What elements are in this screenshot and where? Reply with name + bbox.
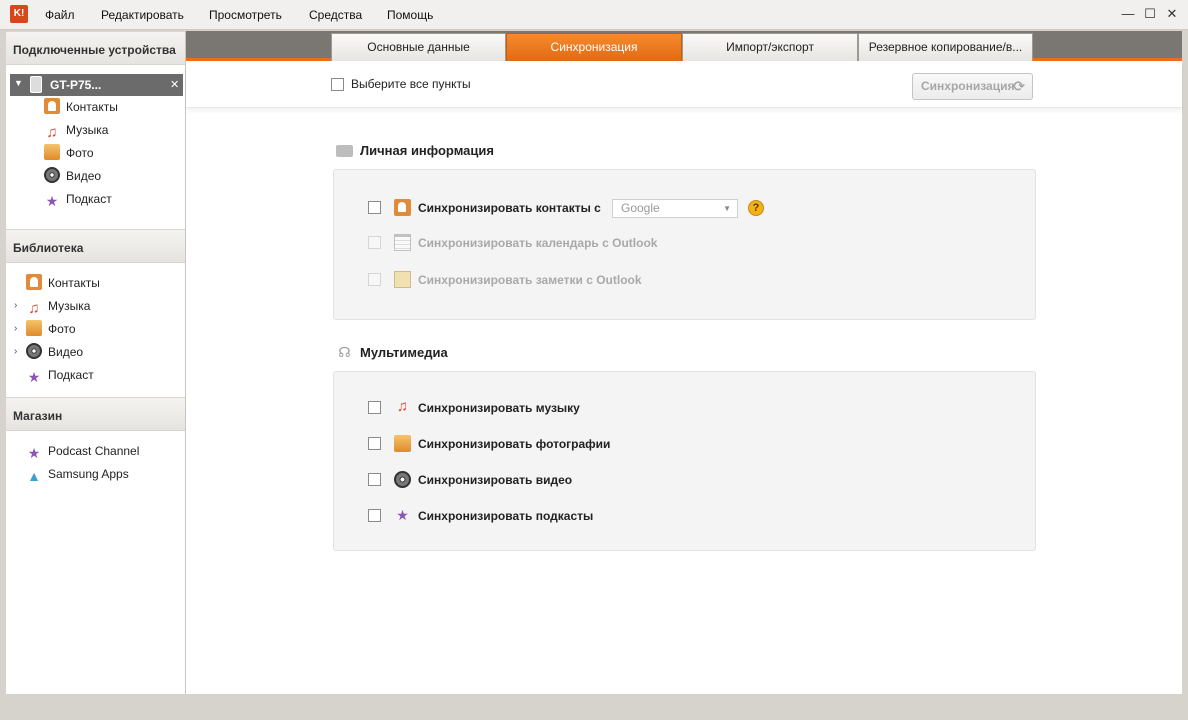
sync-photos-label: Синхронизировать фотографии [418,437,611,451]
sync-podcasts-row: ★ Синхронизировать подкасты [368,506,768,526]
menu-tools[interactable]: Средства [309,8,362,22]
sync-video-label: Синхронизировать видео [418,473,573,487]
calendar-icon [394,234,411,251]
library-header: Библиотека [6,229,185,263]
menu-file[interactable]: Файл [45,8,75,22]
menu-view[interactable]: Просмотреть [209,8,282,22]
headphones-icon: ☊ [338,344,351,360]
chevron-right-icon[interactable]: › [14,342,17,362]
contacts-source-select[interactable]: Google ▼ [612,199,738,218]
sync-contacts-row: Синхронизировать контакты с Google ▼ ? [368,198,788,218]
multimedia-panel: ♫ Синхронизировать музыку Синхронизирова… [333,371,1036,551]
device-item-music[interactable]: ♫ Музыка [44,120,108,141]
close-icon[interactable]: ✕ [1163,5,1181,23]
chevron-down-icon: ▼ [723,204,731,213]
eject-icon[interactable]: ✕ [170,78,179,91]
music-icon: ♫ [46,124,58,141]
sync-music-checkbox[interactable] [368,401,381,414]
chevron-right-icon[interactable]: › [14,319,17,339]
sync-calendar-checkbox[interactable] [368,236,381,249]
library-item-music[interactable]: ♫ Музыка [26,296,90,317]
sync-notes-checkbox[interactable] [368,273,381,286]
podcast-icon: ★ [27,445,41,461]
multimedia-title: Мультимедиа [360,345,448,360]
store-item-samsung-apps[interactable]: ▲ Samsung Apps [26,464,129,484]
store-header: Магазин [6,397,185,431]
video-icon [394,471,411,488]
tabs-bar: Основные данные Синхронизация Импорт/экс… [186,31,1182,61]
connected-devices-header: Подключенные устройства [6,31,185,65]
personal-info-title: Личная информация [360,143,494,158]
library-item-contacts[interactable]: Контакты [26,273,100,293]
apps-icon: ▲ [27,468,41,484]
photo-icon [44,144,60,160]
sync-contacts-label: Синхронизировать контакты с [418,201,601,215]
status-bar [0,694,1188,720]
device-item-photo[interactable]: Фото [44,143,94,163]
notes-icon [394,271,411,288]
podcast-icon: ★ [27,369,41,385]
podcast-icon: ★ [45,193,59,209]
library-item-podcast[interactable]: ★ Подкаст [26,365,94,385]
device-item-video[interactable]: Видео [44,166,101,186]
sync-photos-checkbox[interactable] [368,437,381,450]
tab-basic-data[interactable]: Основные данные [331,33,506,61]
main-panel: Основные данные Синхронизация Импорт/экс… [186,31,1182,694]
sync-music-row: ♫ Синхронизировать музыку [368,398,768,418]
music-icon: ♫ [396,398,409,415]
sync-podcasts-checkbox[interactable] [368,509,381,522]
select-all-label: Выберите все пункты [351,77,471,91]
sync-video-checkbox[interactable] [368,473,381,486]
sync-photos-row: Синхронизировать фотографии [368,434,768,454]
sidebar: Подключенные устройства ▼ GT-P75... ✕ Ко… [6,31,186,694]
sync-music-label: Синхронизировать музыку [418,401,580,415]
sync-notes-label: Синхронизировать заметки с Outlook [418,273,642,287]
sync-notes-row: Синхронизировать заметки с Outlook [368,270,768,290]
podcast-icon: ★ [396,507,409,523]
device-name: GT-P75... [50,78,102,92]
sync-button[interactable]: Синхронизация ⟳ [912,73,1033,100]
maximize-icon[interactable]: ☐ [1141,5,1159,23]
sync-video-row: Синхронизировать видео [368,470,768,490]
minimize-icon[interactable]: — [1119,5,1137,23]
sync-icon: ⟳ [1013,78,1025,94]
app-logo-icon: K! [10,5,28,23]
help-icon[interactable]: ? [748,200,764,216]
select-all-checkbox[interactable] [331,78,344,91]
video-icon [44,167,60,183]
device-item-podcast[interactable]: ★ Подкаст [44,189,112,209]
device-item-contacts[interactable]: Контакты [44,97,118,117]
store-item-podcast-channel[interactable]: ★ Podcast Channel [26,441,140,461]
sync-button-label: Синхронизация [921,79,1015,93]
photo-icon [26,320,42,336]
chevron-right-icon[interactable]: › [14,296,17,316]
sync-contacts-checkbox[interactable] [368,201,381,214]
device-item[interactable]: ▼ GT-P75... ✕ [10,74,183,96]
photo-icon [394,435,411,452]
phone-icon [30,76,42,93]
sync-podcasts-label: Синхронизировать подкасты [418,509,594,523]
contacts-icon [26,274,42,290]
personal-info-panel: Синхронизировать контакты с Google ▼ ? С… [333,169,1036,320]
sync-calendar-label: Синхронизировать календарь с Outlook [418,236,658,250]
tab-backup[interactable]: Резервное копирование/в... [858,33,1033,61]
menu-edit[interactable]: Редактировать [101,8,184,22]
tab-import-export[interactable]: Импорт/экспорт [682,33,858,61]
tab-sync[interactable]: Синхронизация [506,33,682,61]
chevron-down-icon: ▼ [14,78,23,88]
video-icon [26,343,42,359]
toolbar: Выберите все пункты Синхронизация ⟳ [186,64,1182,108]
library-item-video[interactable]: Видео [26,342,83,362]
menu-bar: K! Файл Редактировать Просмотреть Средст… [0,0,1188,30]
music-icon: ♫ [28,300,40,317]
contacts-icon [44,98,60,114]
id-card-icon [336,145,353,157]
sync-calendar-row: Синхронизировать календарь с Outlook [368,233,768,253]
contacts-icon [394,199,411,216]
menu-help[interactable]: Помощь [387,8,433,22]
library-item-photo[interactable]: Фото [26,319,76,339]
